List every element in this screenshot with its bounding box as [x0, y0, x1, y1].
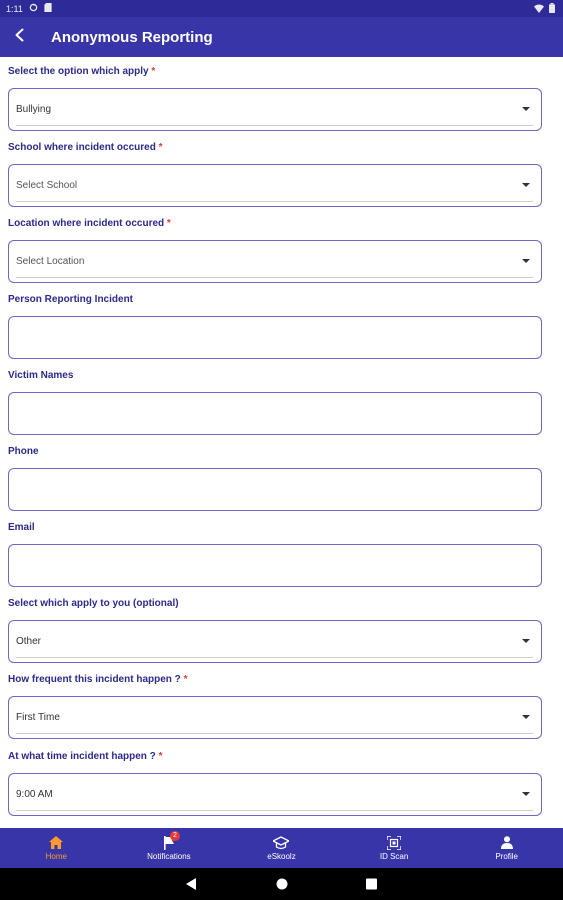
role-label: Select which apply to you (optional) [8, 598, 179, 609]
home-icon [48, 836, 64, 850]
sd-card-icon [44, 3, 52, 15]
time-select[interactable]: 9:00 AM [8, 773, 542, 816]
field-underline [16, 277, 533, 278]
field-underline [16, 733, 533, 734]
system-home-icon[interactable] [276, 877, 288, 895]
time-value: 9:00 AM [16, 789, 53, 800]
nav-eskoolz-label: eSkoolz [267, 851, 296, 861]
phone-input[interactable] [8, 468, 542, 511]
location-placeholder: Select Location [16, 256, 85, 267]
required-marker: * [183, 674, 188, 685]
frequency-select[interactable]: First Time [8, 696, 542, 739]
status-left: 1:11 [6, 3, 52, 15]
phone-label: Phone [8, 446, 39, 457]
reporter-input[interactable] [8, 316, 542, 359]
report-form: Select the option which apply * Bullying… [0, 57, 563, 827]
time-label-text: At what time incident happen ? [8, 751, 159, 762]
system-recents-icon[interactable] [366, 877, 377, 895]
wifi-icon [534, 4, 544, 16]
dropdown-arrow-icon [522, 792, 530, 796]
school-placeholder: Select School [16, 180, 78, 191]
back-arrow-icon [13, 28, 27, 47]
location-label: Location where incident occured * [8, 218, 171, 229]
field-underline [16, 125, 533, 126]
field-underline [16, 201, 533, 202]
school-label: School where incident occured * [8, 142, 163, 153]
dropdown-arrow-icon [522, 259, 530, 263]
qr-scan-icon [386, 835, 402, 850]
school-label-text: School where incident occured [8, 142, 159, 153]
school-select[interactable]: Select School [8, 164, 542, 207]
status-time: 1:11 [6, 4, 23, 14]
notification-badge: 2 [169, 830, 180, 841]
nav-notifications[interactable]: 2 Notifications [113, 828, 226, 868]
nav-id-scan[interactable]: ID Scan [338, 828, 451, 868]
nav-notifications-label: Notifications [147, 851, 191, 861]
frequency-label: How frequent this incident happen ? * [8, 674, 187, 685]
nav-id-scan-label: ID Scan [379, 851, 409, 861]
email-input[interactable] [8, 544, 542, 587]
nav-home-label: Home [45, 851, 67, 861]
incident-type-select[interactable]: Bullying [8, 88, 542, 131]
field-underline [16, 657, 533, 658]
incident-type-value: Bullying [16, 104, 52, 115]
graduation-cap-icon [273, 835, 290, 850]
location-select[interactable]: Select Location [8, 240, 542, 283]
nav-profile[interactable]: Profile [450, 828, 563, 868]
required-marker: * [166, 218, 171, 229]
nav-eskoolz[interactable]: eSkoolz [225, 828, 338, 868]
nav-profile-label: Profile [495, 851, 519, 861]
role-value: Other [16, 636, 42, 647]
victim-names-input[interactable] [8, 392, 542, 435]
system-back-icon[interactable] [186, 877, 197, 895]
dropdown-arrow-icon [522, 183, 530, 187]
dropdown-arrow-icon [522, 107, 530, 111]
frequency-value: First Time [16, 712, 60, 723]
status-right [534, 3, 555, 16]
nav-home[interactable]: Home [0, 828, 113, 868]
back-button[interactable] [6, 23, 34, 51]
battery-icon [549, 3, 555, 16]
role-select[interactable]: Other [8, 620, 542, 663]
dropdown-arrow-icon [522, 639, 530, 643]
incident-type-label: Select the option which apply * [8, 66, 155, 77]
person-icon [499, 836, 515, 850]
system-nav-bar [0, 868, 563, 900]
time-label: At what time incident happen ? * [8, 751, 162, 762]
status-bar: 1:11 [0, 0, 563, 17]
field-underline [16, 810, 533, 811]
bottom-nav: Home 2 Notifications eSkoolz ID Scan Pro… [0, 828, 563, 868]
app-bar: Anonymous Reporting [0, 17, 563, 57]
flag-icon: 2 [161, 830, 180, 850]
frequency-label-text: How frequent this incident happen ? [8, 674, 184, 685]
sync-icon [29, 3, 38, 15]
required-marker: * [158, 751, 163, 762]
page-title: Anonymous Reporting [51, 29, 213, 46]
required-marker: * [151, 66, 156, 77]
location-label-text: Location where incident occured [8, 218, 167, 229]
incident-type-label-text: Select the option which apply [8, 66, 152, 77]
victim-names-label: Victim Names [8, 370, 74, 381]
dropdown-arrow-icon [522, 715, 530, 719]
required-marker: * [158, 142, 163, 153]
reporter-label: Person Reporting Incident [8, 294, 134, 305]
email-label: Email [8, 522, 35, 533]
